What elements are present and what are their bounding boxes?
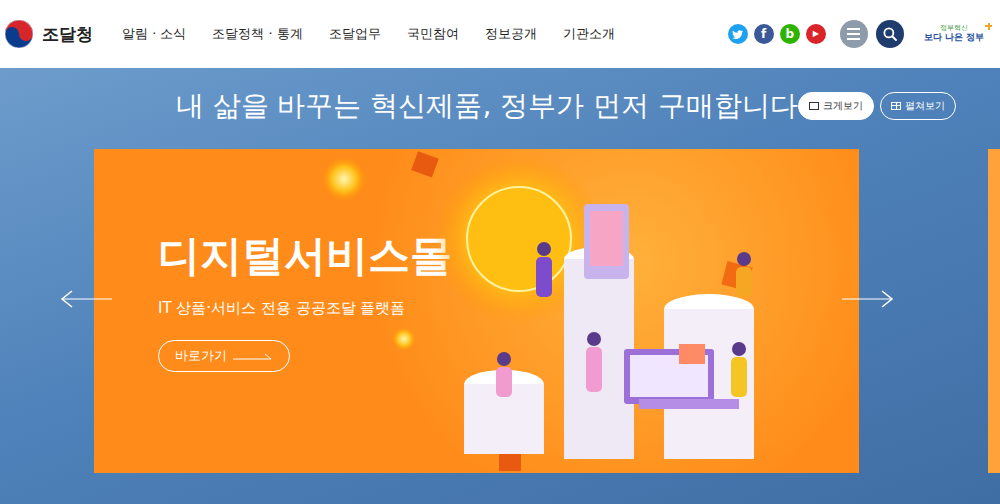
menu-button[interactable] [840,20,868,48]
gov-badge-top: 정부혁신 [940,25,968,33]
search-icon [881,25,899,43]
headline: 내 삶을 바꾸는 혁신제품, 정부가 먼저 구매합니다 [176,87,798,131]
banner-subtitle: IT 상품·서비스 전용 공공조달 플랫폼 [158,299,424,318]
hero-top: 내 삶을 바꾸는 혁신제품, 정부가 먼저 구매합니다 크게보기 펼쳐보기 [0,68,1000,149]
view-toggle: 크게보기 펼쳐보기 [798,92,1000,126]
gov-innovation-badge[interactable]: 정부혁신보다 나은 정부 [922,23,992,45]
chevron-right-icon [840,289,894,309]
nav-item[interactable]: 국민참여 [407,25,459,43]
nav-item[interactable]: 알림 · 소식 [122,25,186,43]
search-button[interactable] [876,20,904,48]
twitter-bird-icon [731,28,744,41]
next-arrow[interactable] [840,289,894,309]
go-button[interactable]: 바로가기 [158,340,290,372]
plus-icon [985,23,992,30]
illustration-icon [424,149,859,473]
view-button[interactable]: 크게보기 [798,92,874,120]
emblem-icon [4,19,34,49]
banner-title: 디지털서비스몰 [158,231,424,281]
slider: 디지털서비스몰 IT 상품·서비스 전용 공공조달 플랫폼바로가기 [0,149,1000,473]
social-glyph: ▶ [813,30,819,38]
menu-bar [847,33,860,35]
logo-text: 조달청 [42,23,93,46]
nav-item[interactable]: 조달정책 · 통계 [212,25,302,43]
main-nav: 알림 · 소식 조달정책 · 통계 조달업무 국민참여 정보공개 기관소개 [122,25,728,43]
nav-item[interactable]: 기관소개 [563,25,615,43]
banner[interactable]: 디지털서비스몰 IT 상품·서비스 전용 공공조달 플랫폼바로가기 [94,149,859,473]
page: 조달청 알림 · 소식 조달정책 · 통계 조달업무 국민참여 정보공개 기관소개 f b ▶ 정부… [0,0,1000,504]
arrow-right-icon [233,352,273,360]
chevron-left-icon [60,289,114,309]
gov-badge-bottom: 보다 나은 정부 [924,32,984,43]
header-tools: f b ▶ 정부혁신보다 나은 정부 [728,20,992,48]
facebook-icon[interactable]: f [754,24,774,44]
twitter-icon[interactable] [728,24,748,44]
social-links: f b ▶ [728,24,826,44]
view-button[interactable]: 펼쳐보기 [880,92,956,120]
nav-item[interactable]: 정보공개 [485,25,537,43]
youtube-icon[interactable]: ▶ [806,24,826,44]
single-view-icon [809,102,819,110]
menu-bar [847,38,860,40]
menu-bar [847,28,860,30]
social-glyph: f [761,28,766,40]
prev-arrow[interactable] [60,289,114,309]
grid-view-icon [891,102,901,110]
nav-item[interactable]: 조달업무 [329,25,381,43]
banner-text: 디지털서비스몰 IT 상품·서비스 전용 공공조달 플랫폼바로가기 [94,149,424,473]
logo[interactable]: 조달청 [4,19,122,49]
blog-icon[interactable]: b [780,24,800,44]
social-glyph: b [785,28,794,40]
next-slide-peek[interactable] [988,149,1000,473]
hero: 내 삶을 바꾸는 혁신제품, 정부가 먼저 구매합니다 크게보기 펼쳐보기디지털… [0,68,1000,504]
header: 조달청 알림 · 소식 조달정책 · 통계 조달업무 국민참여 정보공개 기관소개 f b ▶ 정부… [0,0,1000,68]
